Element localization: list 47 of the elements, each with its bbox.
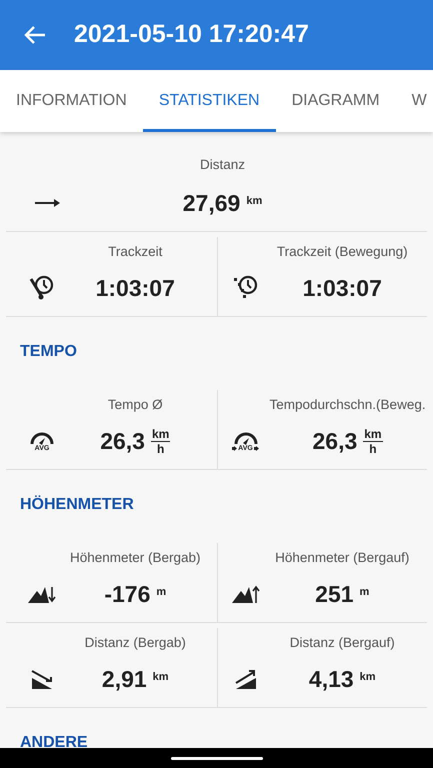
unit-label: km <box>150 428 170 442</box>
stat-value: 4,13 <box>308 665 354 694</box>
unit-label: km <box>152 670 169 685</box>
stat-label: Höhenmeter (Bergauf) <box>274 548 410 567</box>
stat-value: 26,3 <box>100 427 145 456</box>
tab[interactable]: INFORMATION <box>0 70 143 132</box>
screen-title: 2021-05-10 17:20:47 <box>74 19 309 50</box>
stat-value: -176 <box>104 580 150 609</box>
arrow-icon <box>35 198 61 208</box>
stat-label: Distanz (Bergab) <box>84 634 187 652</box>
stat-value: 26,3 <box>312 427 358 456</box>
tab[interactable]: DIAGRAMM <box>276 70 396 132</box>
speedometer-icon <box>232 430 258 445</box>
section-heading: HÖHENMETER <box>19 494 135 515</box>
mountain-icon <box>28 585 56 604</box>
stat-label: Tempodurchschn.(Beweg. <box>270 396 426 414</box>
downhill-slope-icon <box>30 669 54 690</box>
stat-label: Höhenmeter (Bergab) <box>68 548 202 567</box>
unit-label: m <box>360 585 370 600</box>
mountain-icon <box>232 585 260 604</box>
home-handle[interactable] <box>170 756 262 760</box>
section-heading: ANDERE <box>19 733 89 748</box>
tab[interactable]: STATISTIKEN <box>142 70 276 132</box>
uphill-slope-icon <box>234 669 258 690</box>
speedometer-icon <box>29 430 55 445</box>
stat-value: 251 <box>315 580 354 609</box>
stat-label: Tempo Ø <box>106 396 164 414</box>
clock-icon <box>29 275 55 302</box>
unit-label: m <box>156 585 166 600</box>
section-heading: TEMPO <box>19 342 78 362</box>
unit-label: h <box>369 442 377 455</box>
unit-label: km <box>360 670 376 685</box>
stat-value: 27,69 <box>182 188 240 218</box>
stat-value: 2,91 <box>102 665 147 694</box>
stat-label: Distanz <box>198 156 246 174</box>
stat-value: 1:03:07 <box>96 274 175 303</box>
arrow-icon <box>254 446 259 451</box>
arrow-icon <box>232 446 238 451</box>
stat-label: Trackzeit <box>107 242 164 261</box>
stat-label: Distanz (Bergauf) <box>288 634 396 652</box>
tab[interactable]: W <box>396 70 433 132</box>
unit-label: km <box>363 428 383 442</box>
unit-label: km <box>246 194 262 208</box>
back-icon[interactable] <box>24 25 46 45</box>
unit-label: h <box>156 442 164 455</box>
stat-label: Trackzeit (Bewegung) <box>276 242 409 261</box>
stat-value: 1:03:07 <box>302 274 382 303</box>
